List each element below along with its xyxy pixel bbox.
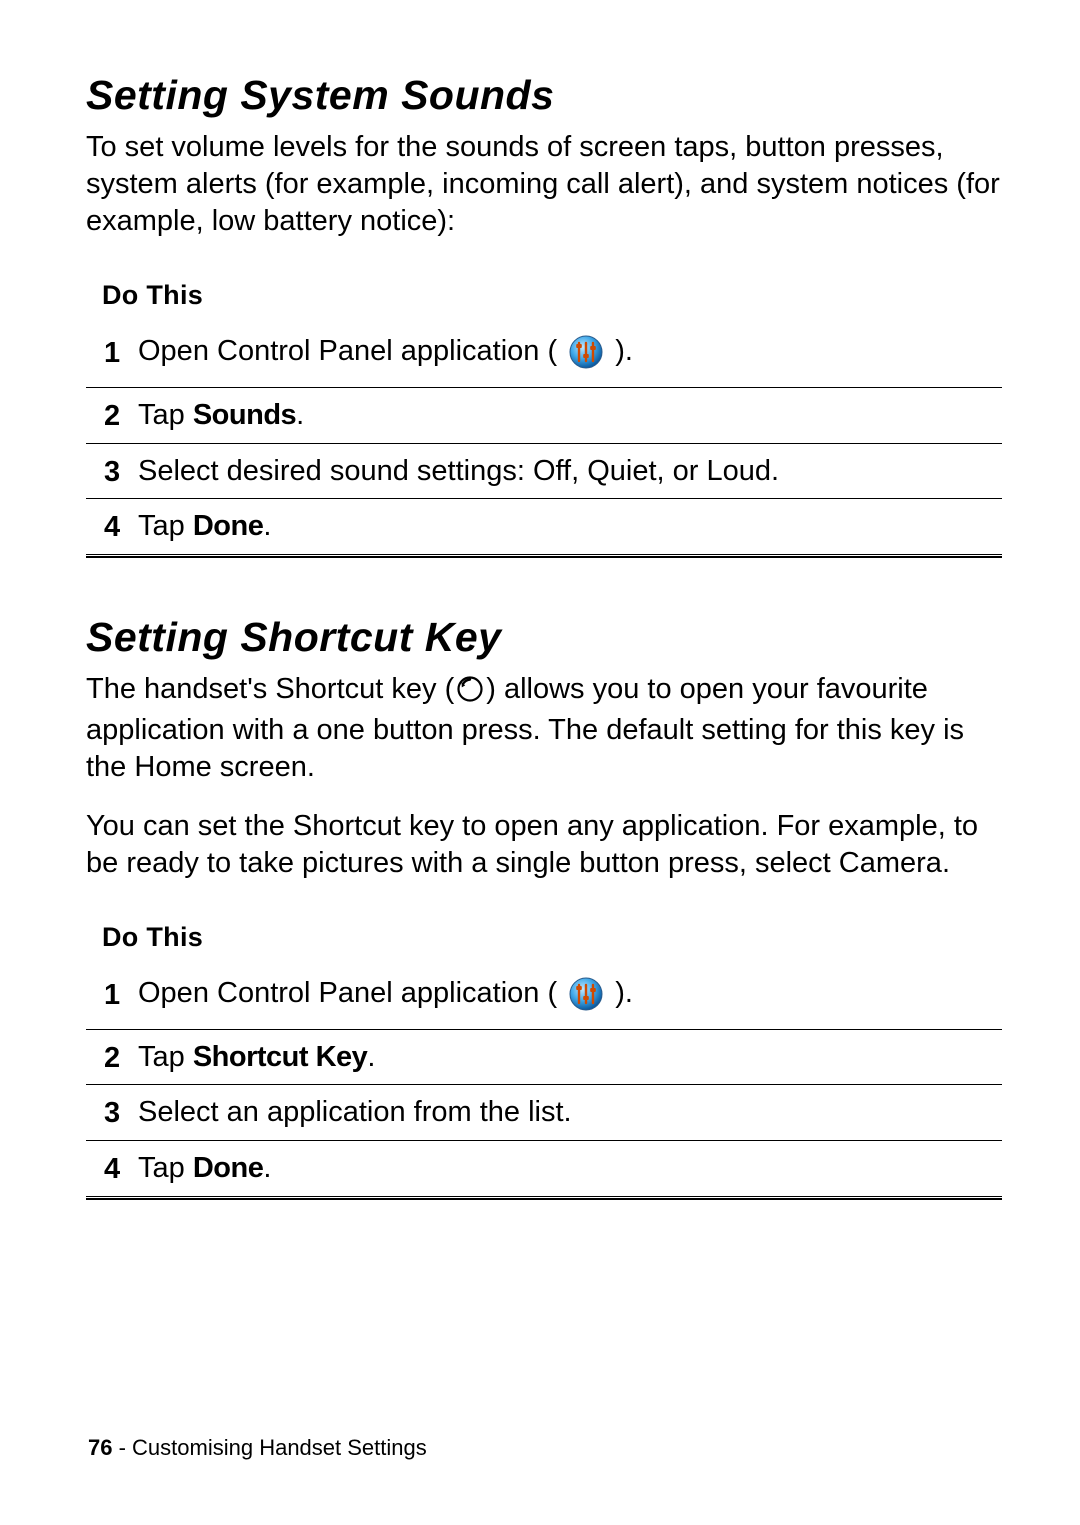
step-number: 2 — [86, 394, 138, 437]
chapter-name: Customising Handset Settings — [132, 1435, 427, 1460]
step-row: 1 Open Control Panel application ( ). — [86, 325, 1002, 387]
step-text: Tap Done. — [138, 506, 1002, 547]
keyword-done: Done — [193, 1152, 264, 1184]
keyword-done: Done — [193, 510, 264, 542]
step-number: 3 — [86, 1091, 138, 1134]
step-number: 4 — [86, 1147, 138, 1190]
step-text-post: . — [367, 1041, 375, 1073]
step-text-post: ). — [607, 335, 633, 367]
step-text: Open Control Panel application ( ). — [138, 973, 1002, 1023]
step-row: 2 Tap Sounds. — [86, 387, 1002, 443]
step-text-pre: Open Control Panel application ( — [138, 977, 565, 1009]
page-footer: 76 - Customising Handset Settings — [88, 1435, 427, 1461]
intro-text-pre: The handset's Shortcut key ( — [86, 673, 454, 705]
step-row: 4 Tap Done. — [86, 1140, 1002, 1196]
steps-end-rule — [86, 554, 1002, 558]
step-text: Select an application from the list. — [138, 1092, 1002, 1133]
step-text-pre: Open Control Panel application ( — [138, 335, 565, 367]
keyword-shortcut-key: Shortcut Key — [193, 1041, 367, 1073]
step-row: 4 Tap Done. — [86, 498, 1002, 554]
do-this-heading-1: Do This — [102, 280, 1006, 311]
intro-sounds: To set volume levels for the sounds of s… — [86, 129, 1006, 240]
keyword-sounds: Sounds — [193, 399, 296, 431]
step-number: 2 — [86, 1036, 138, 1079]
step-number: 1 — [86, 331, 138, 374]
steps-list-sounds: 1 Open Control Panel application ( ). 2 … — [86, 325, 1006, 557]
control-panel-icon — [569, 335, 603, 381]
shortcut-key-icon — [457, 675, 483, 712]
step-text-pre: Tap — [138, 1152, 193, 1184]
step-row: 2 Tap Shortcut Key. — [86, 1029, 1002, 1085]
step-text-post: . — [263, 1152, 271, 1184]
step-text-pre: Select an application from the list. — [138, 1096, 572, 1128]
step-text-pre: Tap — [138, 1041, 193, 1073]
step-text-post: . — [296, 399, 304, 431]
section-title-shortcut: Setting Shortcut Key — [86, 614, 1006, 661]
control-panel-icon — [569, 977, 603, 1023]
step-text: Tap Shortcut Key. — [138, 1037, 1002, 1078]
footer-sep: - — [112, 1435, 132, 1460]
step-text: Tap Sounds. — [138, 395, 1002, 436]
page-content: Setting System Sounds To set volume leve… — [0, 0, 1080, 1200]
do-this-heading-2: Do This — [102, 922, 1006, 953]
step-text-post: . — [263, 510, 271, 542]
step-number: 4 — [86, 505, 138, 548]
step-row: 3 Select an application from the list. — [86, 1084, 1002, 1140]
step-text: Select desired sound settings: Off, Quie… — [138, 451, 1002, 492]
intro-shortcut-2: You can set the Shortcut key to open any… — [86, 808, 1006, 882]
step-text-pre: Tap — [138, 399, 193, 431]
step-text-pre: Tap — [138, 510, 193, 542]
steps-list-shortcut: 1 Open Control Panel application ( ). 2 … — [86, 967, 1006, 1199]
step-text-pre: Select desired sound settings: Off, Quie… — [138, 455, 779, 487]
step-number: 1 — [86, 973, 138, 1016]
step-row: 3 Select desired sound settings: Off, Qu… — [86, 443, 1002, 499]
page-number: 76 — [88, 1435, 112, 1460]
step-text: Tap Done. — [138, 1148, 1002, 1189]
section-title-sounds: Setting System Sounds — [86, 72, 1006, 119]
intro-shortcut-1: The handset's Shortcut key () allows you… — [86, 671, 1006, 786]
step-text-post: ). — [607, 977, 633, 1009]
step-row: 1 Open Control Panel application ( ). — [86, 967, 1002, 1029]
steps-end-rule — [86, 1196, 1002, 1200]
step-number: 3 — [86, 450, 138, 493]
step-text: Open Control Panel application ( ). — [138, 331, 1002, 381]
